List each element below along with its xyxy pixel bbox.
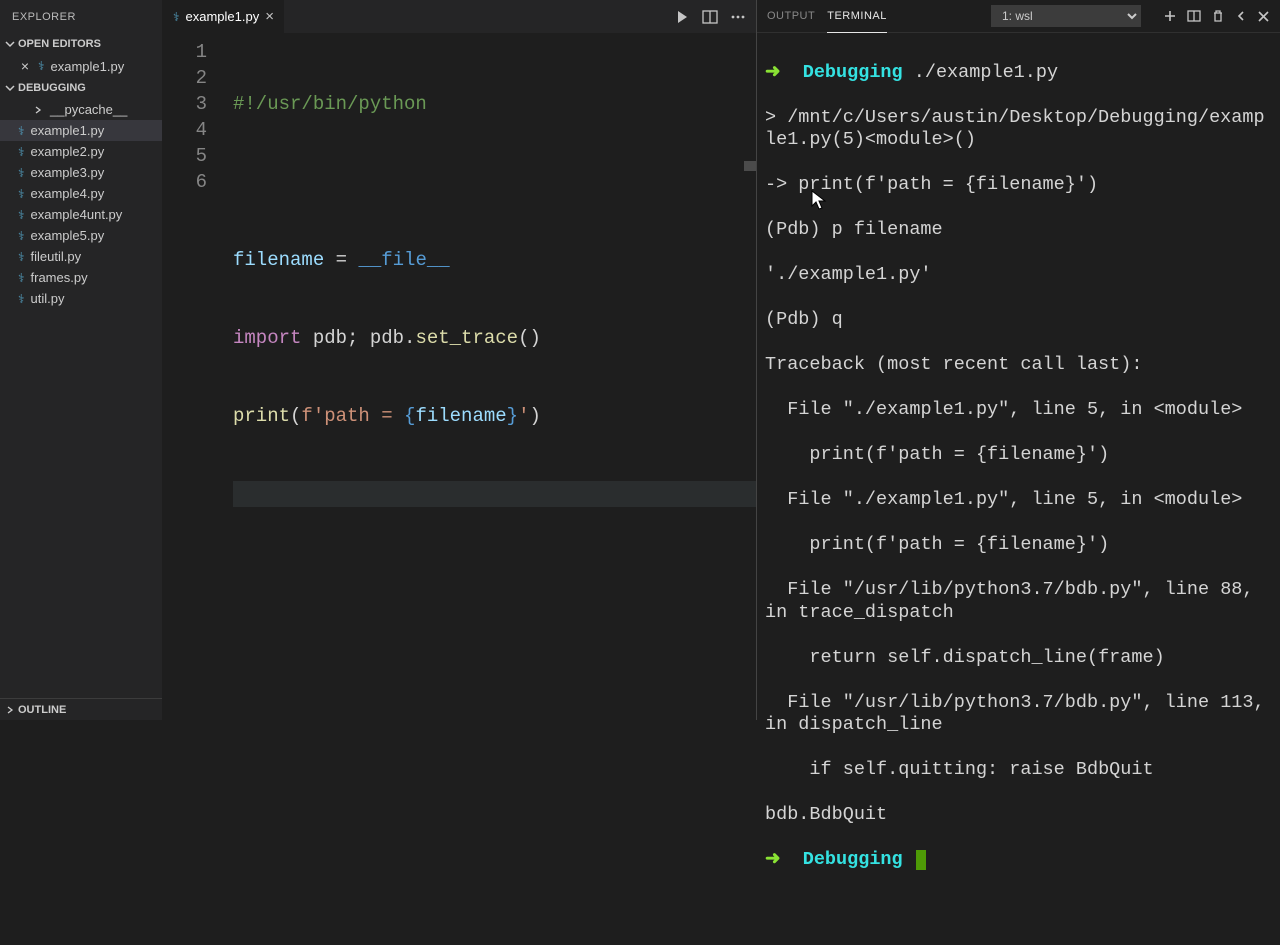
code-content[interactable]: #!/usr/bin/python filename = __file__ im… — [233, 33, 756, 720]
kill-terminal-icon[interactable] — [1211, 9, 1225, 23]
more-icon[interactable] — [730, 9, 746, 25]
file-label: example3.py — [31, 165, 105, 180]
file-label: fileutil.py — [31, 249, 82, 264]
python-file-icon: ⚕ — [18, 229, 25, 243]
python-file-icon: ⚕ — [18, 292, 25, 306]
python-file-icon: ⚕ — [18, 250, 25, 264]
new-terminal-icon[interactable] — [1163, 9, 1177, 23]
minimap-indicator[interactable] — [744, 161, 756, 171]
file-label: frames.py — [31, 270, 88, 285]
tab-actions — [664, 0, 756, 33]
panel-tab-output[interactable]: OUTPUT — [767, 0, 815, 33]
explorer-sidebar: EXPLORER OPEN EDITORS × ⚕ example1.py DE… — [0, 0, 163, 720]
chevron-down-icon — [4, 39, 16, 49]
python-file-icon: ⚕ — [18, 208, 25, 222]
file-label: example4unt.py — [31, 207, 123, 222]
run-icon[interactable] — [674, 9, 690, 25]
prev-terminal-icon[interactable] — [1235, 10, 1247, 22]
file-item-example4unt[interactable]: ⚕ example4unt.py — [0, 204, 162, 225]
editor-tabs: ⚕ example1.py × — [163, 0, 756, 33]
file-label: example1.py — [31, 123, 105, 138]
close-icon[interactable]: × — [265, 9, 274, 24]
open-editors-header[interactable]: OPEN EDITORS — [0, 33, 162, 55]
file-item-fileutil[interactable]: ⚕ fileutil.py — [0, 246, 162, 267]
close-icon[interactable]: × — [18, 59, 32, 73]
terminal-cursor — [916, 850, 926, 870]
python-file-icon: ⚕ — [18, 124, 25, 138]
project-header[interactable]: DEBUGGING — [0, 77, 162, 99]
open-editor-filename: example1.py — [51, 59, 125, 74]
tab-label: example1.py — [186, 9, 260, 24]
line-gutter: 1 2 3 4 5 6 — [163, 33, 233, 720]
terminal-selector[interactable]: 1: wsl — [991, 5, 1141, 27]
file-item-example2[interactable]: ⚕ example2.py — [0, 141, 162, 162]
panel-tab-terminal[interactable]: TERMINAL — [827, 0, 887, 33]
split-editor-icon[interactable] — [702, 9, 718, 25]
python-file-icon: ⚕ — [173, 10, 180, 24]
close-panel-icon[interactable] — [1257, 10, 1270, 23]
folder-item-pycache[interactable]: __pycache__ — [0, 99, 162, 120]
editor-area: ⚕ example1.py × 1 2 3 4 5 6 #!/usr/bin/p… — [163, 0, 756, 720]
chevron-right-icon — [34, 106, 44, 114]
file-label: example2.py — [31, 144, 105, 159]
file-label: example5.py — [31, 228, 105, 243]
chevron-right-icon — [4, 706, 16, 714]
file-item-example4[interactable]: ⚕ example4.py — [0, 183, 162, 204]
chevron-down-icon — [4, 83, 16, 93]
outline-header[interactable]: OUTLINE — [0, 698, 162, 720]
file-item-example3[interactable]: ⚕ example3.py — [0, 162, 162, 183]
python-file-icon: ⚕ — [18, 187, 25, 201]
python-file-icon: ⚕ — [38, 59, 45, 73]
python-file-icon: ⚕ — [18, 271, 25, 285]
tab-example1[interactable]: ⚕ example1.py × — [163, 0, 285, 33]
open-editor-item[interactable]: × ⚕ example1.py — [0, 55, 162, 77]
code-editor[interactable]: 1 2 3 4 5 6 #!/usr/bin/python filename =… — [163, 33, 756, 720]
file-item-example1[interactable]: ⚕ example1.py — [0, 120, 162, 141]
python-file-icon: ⚕ — [18, 166, 25, 180]
outline-label: OUTLINE — [18, 704, 66, 716]
folder-label: __pycache__ — [50, 102, 127, 117]
file-item-frames[interactable]: ⚕ frames.py — [0, 267, 162, 288]
file-label: example4.py — [31, 186, 105, 201]
file-item-util[interactable]: ⚕ util.py — [0, 288, 162, 309]
python-file-icon: ⚕ — [18, 145, 25, 159]
split-terminal-icon[interactable] — [1187, 9, 1201, 23]
terminal-header: OUTPUT TERMINAL 1: wsl — [757, 0, 1280, 33]
file-label: util.py — [31, 291, 65, 306]
file-item-example5[interactable]: ⚕ example5.py — [0, 225, 162, 246]
project-name: DEBUGGING — [18, 82, 86, 94]
terminal-panel: OUTPUT TERMINAL 1: wsl ➜ Debugging ./exa… — [756, 0, 1280, 720]
open-editors-label: OPEN EDITORS — [18, 38, 101, 50]
terminal-body[interactable]: ➜ Debugging ./example1.py > /mnt/c/Users… — [757, 33, 1280, 945]
explorer-title: EXPLORER — [0, 0, 162, 33]
